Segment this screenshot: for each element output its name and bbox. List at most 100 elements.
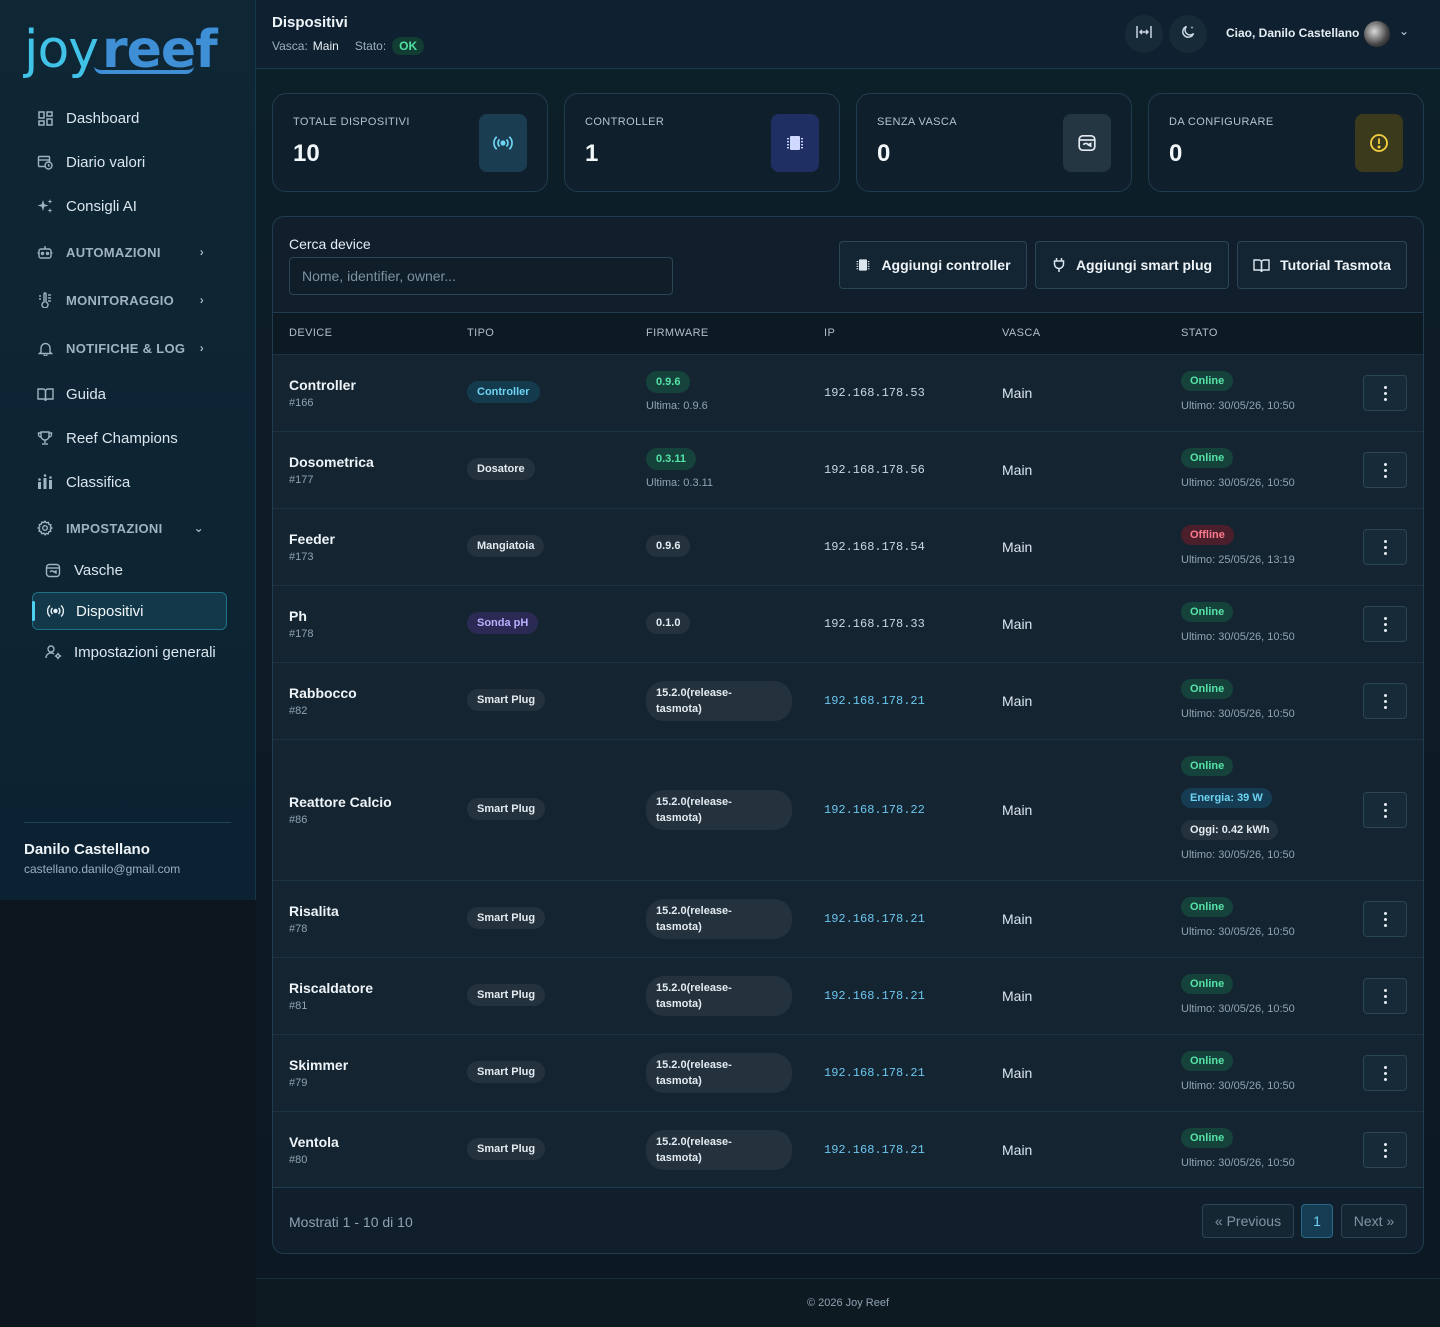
device-name: Dosometrica (289, 454, 374, 470)
firmware-badge: 15.2.0(release-tasmota) (646, 1053, 792, 1093)
page-title: Dispositivi (272, 14, 348, 31)
ip-link[interactable]: 192.168.178.21 (824, 912, 925, 926)
firmware-badge: 0.9.6 (646, 535, 691, 557)
sidebar-subitem-impostazioni-generali[interactable]: Impostazioni generali (44, 633, 236, 671)
sidebar-item-dashboard[interactable]: Dashboard (36, 96, 226, 140)
sidebar-item-impostazioni[interactable]: IMPOSTAZIONI ⌄ (36, 506, 226, 550)
sidebar-item-label: NOTIFICHE & LOG (66, 340, 186, 356)
row-menu-button[interactable] (1363, 792, 1407, 828)
previous-page-button[interactable]: « Previous (1202, 1204, 1294, 1238)
last-seen: Ultimo: 30/05/26, 10:50 (1181, 849, 1295, 861)
ip-link[interactable]: 192.168.178.21 (824, 989, 925, 1003)
button-label: Aggiungi controller (881, 257, 1011, 273)
sidebar-item-automazioni[interactable]: AUTOMAZIONI › (36, 230, 226, 274)
table-row[interactable]: Reattore Calcio #86 Smart Plug 15.2.0(re… (273, 739, 1423, 880)
column-header-stato[interactable]: STATO (1181, 327, 1218, 339)
type-badge: Smart Plug (467, 798, 546, 820)
bell-icon (36, 339, 54, 357)
gear-icon (36, 519, 54, 537)
chevron-down-icon[interactable]: ⌄ (1399, 24, 1409, 38)
last-seen: Ultimo: 30/05/26, 10:50 (1181, 1080, 1295, 1092)
row-menu-button[interactable] (1363, 978, 1407, 1014)
sidebar-item-label: Guida (66, 385, 107, 403)
theme-toggle-button[interactable] (1169, 15, 1207, 53)
device-name: Ventola (289, 1134, 339, 1150)
vasca-value: Main (312, 39, 339, 53)
ip-link[interactable]: 192.168.178.21 (824, 1143, 925, 1157)
table-row[interactable]: Dosometrica #177 Dosatore 0.3.11 Ultima:… (273, 431, 1423, 508)
page-1-button[interactable]: 1 (1301, 1204, 1333, 1238)
sidebar-item-label: Reef Champions (66, 429, 178, 447)
last-seen: Ultimo: 30/05/26, 10:50 (1181, 926, 1295, 938)
row-menu-button[interactable] (1363, 901, 1407, 937)
next-page-button[interactable]: Next » (1341, 1204, 1407, 1238)
expand-width-button[interactable] (1125, 15, 1163, 53)
column-header-vasca[interactable]: VASCA (1002, 327, 1040, 339)
row-menu-button[interactable] (1363, 375, 1407, 411)
row-menu-button[interactable] (1363, 452, 1407, 488)
table-row[interactable]: Ph #178 Sonda pH 0.1.0 192.168.178.33 Ma… (273, 585, 1423, 662)
column-header-firmware[interactable]: FIRMWARE (646, 327, 709, 339)
device-id: #177 (289, 474, 314, 486)
logo[interactable]: joy reef (24, 22, 218, 78)
type-badge: Controller (467, 381, 540, 403)
sidebar-item-notifiche[interactable]: NOTIFICHE & LOG › (36, 326, 226, 370)
table-row[interactable]: Controller #166 Controller 0.9.6 Ultima:… (273, 354, 1423, 431)
user-greeting[interactable]: Ciao, Danilo Castellano (1226, 26, 1359, 40)
type-badge: Smart Plug (467, 689, 546, 711)
moon-icon (1181, 24, 1196, 44)
sidebar-subitem-dispositivi[interactable]: Dispositivi (32, 592, 227, 630)
table-row[interactable]: Skimmer #79 Smart Plug 15.2.0(release-ta… (273, 1034, 1423, 1111)
copyright: © 2026 Joy Reef (806, 1297, 890, 1309)
device-name: Rabbocco (289, 685, 357, 701)
ip-link[interactable]: 192.168.178.21 (824, 1066, 925, 1080)
row-menu-button[interactable] (1363, 606, 1407, 642)
firmware-line: 15.2.0(release- (656, 796, 732, 808)
column-header-device[interactable]: DEVICE (289, 327, 332, 339)
ip-link[interactable]: 192.168.178.22 (824, 803, 925, 817)
sidebar-item-diario[interactable]: Diario valori (36, 140, 226, 184)
table-row[interactable]: Ventola #80 Smart Plug 15.2.0(release-ta… (273, 1111, 1423, 1187)
robot-icon (36, 243, 54, 261)
row-menu-button[interactable] (1363, 1132, 1407, 1168)
firmware-line: 15.2.0(release- (656, 982, 732, 994)
sidebar-bottom-fill (0, 900, 256, 1327)
sidebar-user-email: castellano.danilo@gmail.com (24, 862, 181, 876)
device-name: Controller (289, 377, 356, 393)
column-header-ip[interactable]: IP (824, 327, 835, 339)
row-menu-button[interactable] (1363, 1055, 1407, 1091)
sidebar-item-reef-champions[interactable]: Reef Champions (36, 416, 226, 460)
search-input[interactable] (289, 257, 673, 295)
type-badge: Sonda pH (467, 612, 539, 634)
stat-card-da-configurare: DA CONFIGURARE 0 (1148, 93, 1424, 192)
add-controller-button[interactable]: Aggiungi controller (839, 241, 1027, 289)
avatar[interactable] (1364, 21, 1390, 47)
table-row[interactable]: Rabbocco #82 Smart Plug 15.2.0(release-t… (273, 662, 1423, 739)
add-smart-plug-button[interactable]: Aggiungi smart plug (1035, 241, 1229, 289)
vasca-value: Main (1002, 462, 1033, 478)
sidebar-subitem-vasche[interactable]: Vasche (44, 551, 236, 589)
table-row[interactable]: Feeder #173 Mangiatoia 0.9.6 192.168.178… (273, 508, 1423, 585)
tutorial-tasmota-button[interactable]: Tutorial Tasmota (1237, 241, 1407, 289)
user-gear-icon (44, 643, 62, 661)
sidebar-item-consigli-ai[interactable]: Consigli AI (36, 184, 226, 228)
kebab-icon (1383, 801, 1387, 819)
table-row[interactable]: Riscaldatore #81 Smart Plug 15.2.0(relea… (273, 957, 1423, 1034)
sidebar-item-monitoraggio[interactable]: MONITORAGGIO › (36, 278, 226, 322)
ip-address: 192.168.178.33 (824, 617, 925, 631)
row-menu-button[interactable] (1363, 529, 1407, 565)
stat-card-senza-vasca: SENZA VASCA 0 (856, 93, 1132, 192)
today-energy-badge: Oggi: 0.42 kWh (1181, 820, 1279, 840)
status-badge: Online (1181, 756, 1234, 776)
vasca-label: Vasca: (272, 39, 308, 53)
row-menu-button[interactable] (1363, 683, 1407, 719)
sidebar-item-guida[interactable]: Guida (36, 372, 226, 416)
firmware-badge: 15.2.0(release-tasmota) (646, 681, 792, 721)
ip-link[interactable]: 192.168.178.21 (824, 694, 925, 708)
sidebar: joy reef Dashboard Diario valori Consigl… (0, 0, 256, 900)
column-header-tipo[interactable]: TIPO (467, 327, 494, 339)
trophy-icon (36, 429, 54, 447)
status-badge: Online (1181, 1051, 1234, 1071)
sidebar-item-classifica[interactable]: Classifica (36, 460, 226, 504)
table-row[interactable]: Risalita #78 Smart Plug 15.2.0(release-t… (273, 880, 1423, 957)
